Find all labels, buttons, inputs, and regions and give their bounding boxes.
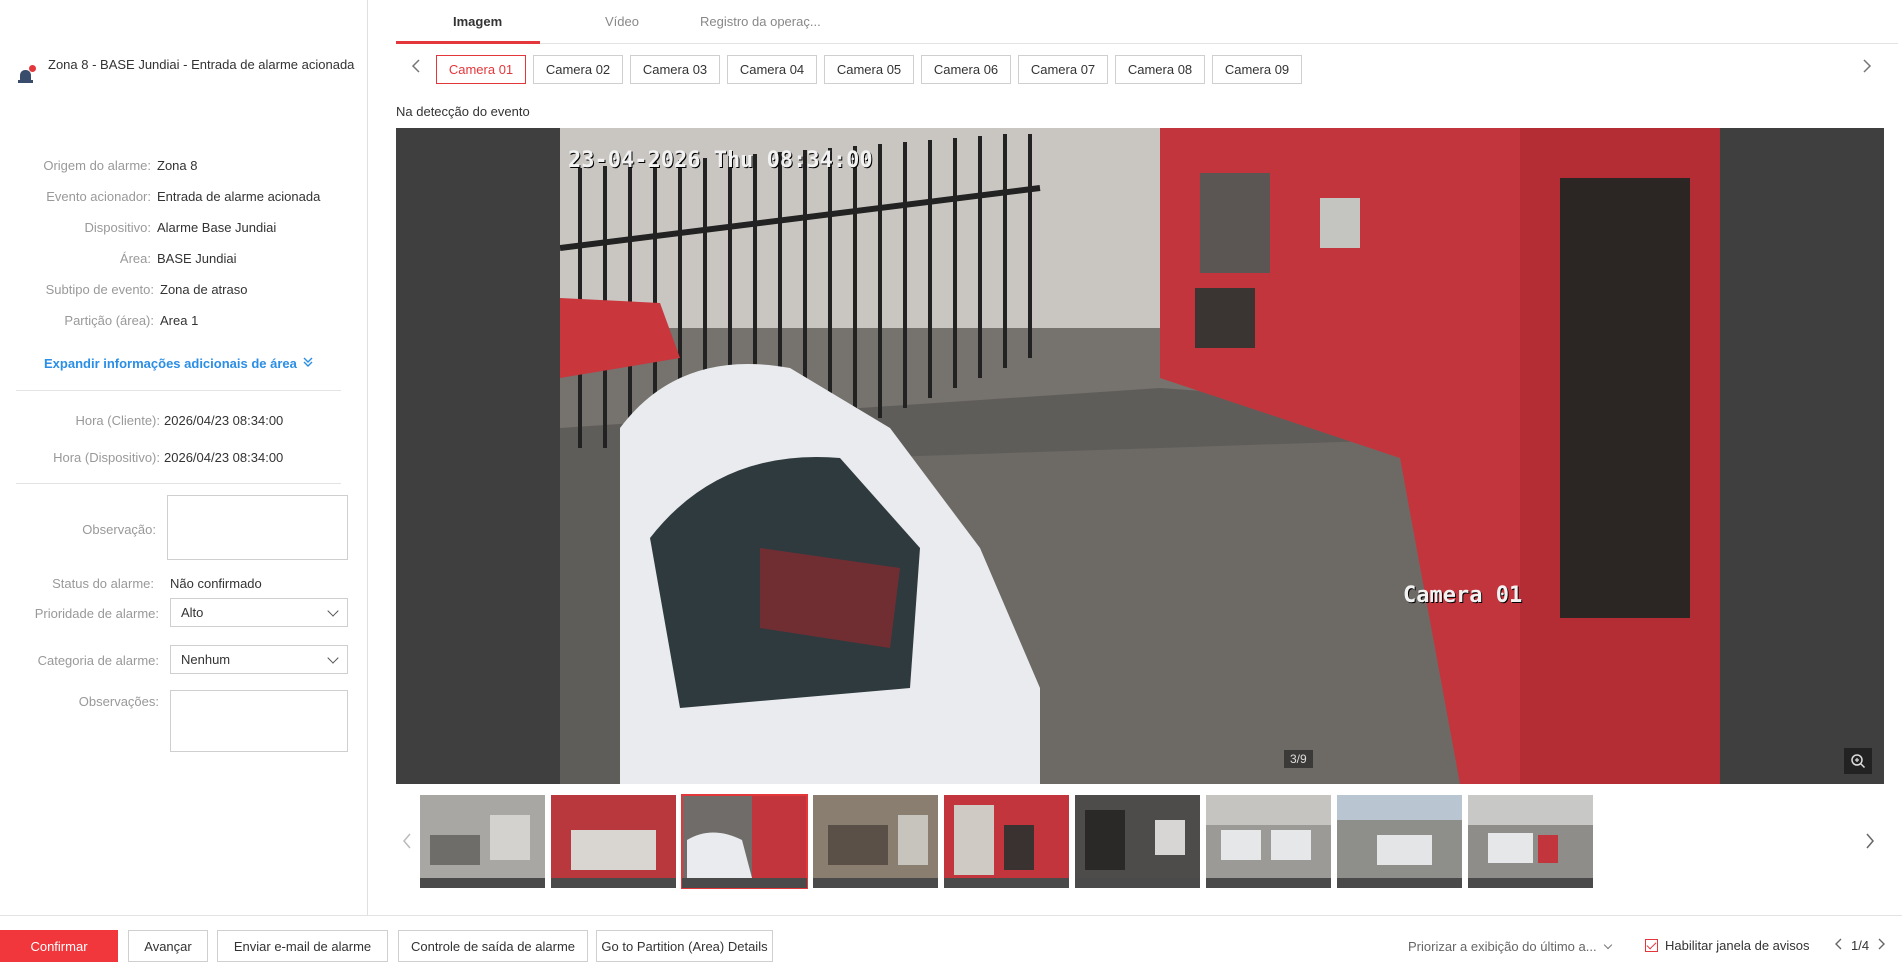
detail-value: Entrada de alarme acionada [157,189,321,204]
detail-label: Dispositivo: [84,220,151,235]
separator [16,483,341,484]
status-value: Não confirmado [170,576,262,591]
priority-display-select[interactable]: Priorizar a exibição do último a... [1408,939,1612,954]
detail-row-area: Área: BASE Jundiai [0,250,368,268]
camera-button-05[interactable]: Camera 05 [824,55,914,84]
detail-row-subtipo: Subtipo de evento: Zona de atraso [0,281,368,299]
time-value: 2026/04/23 08:34:00 [164,450,284,465]
detail-label: Partição (área): [64,313,154,328]
thumbnail-camera-03[interactable] [681,794,808,889]
osd-timestamp: 23-04-2026 Thu 08:34:00 [568,148,873,173]
event-label: Na detecção do evento [396,104,530,119]
camera-button-07[interactable]: Camera 07 [1018,55,1108,84]
detail-row-origem: Origem do alarme: Zona 8 [0,157,368,175]
observacao-textarea[interactable] [167,495,348,560]
chevron-down-icon [1603,940,1612,949]
detail-row-particao: Partição (área): Area 1 [0,312,368,330]
camera-button-06[interactable]: Camera 06 [921,55,1011,84]
thumbnail-camera-05[interactable] [944,795,1069,888]
enable-alert-window-label: Habilitar janela de avisos [1665,938,1810,953]
detail-value: Alarme Base Jundiai [157,220,277,235]
osd-camera-name: Camera 01 [1403,583,1523,608]
time-label: Hora (Dispositivo): [53,450,160,465]
detail-row-dispositivo: Dispositivo: Alarme Base Jundiai [0,219,368,237]
separator [16,390,341,391]
advance-button[interactable]: Avançar [128,930,208,962]
camera-button-01[interactable]: Camera 01 [436,55,526,84]
thumbnail-prev-icon[interactable] [402,832,412,855]
thumbnail-camera-08[interactable] [1337,795,1462,888]
tab-imagem[interactable]: Imagem [453,14,502,29]
alarm-pager: 1/4 [1835,937,1886,954]
categoria-select[interactable]: Nenhum [170,645,348,674]
prioridade-value: Alto [181,605,204,620]
expand-area-info-link[interactable]: Expandir informações adicionais de área [44,356,314,371]
enable-alert-window-checkbox[interactable]: Habilitar janela de avisos [1645,938,1810,953]
detail-label: Área: [119,251,151,266]
categoria-value: Nenhum [181,652,231,667]
detail-row-evento: Evento acionador: Entrada de alarme acio… [0,188,368,206]
time-value: 2026/04/23 08:34:00 [164,413,284,428]
thumbnail-camera-09[interactable] [1468,795,1593,888]
expand-label: Expandir informações adicionais de área [44,356,297,371]
chevron-down-icon [327,651,339,664]
camera-button-02[interactable]: Camera 02 [533,55,623,84]
thumbnail-camera-02[interactable] [551,795,676,888]
image-counter: 3/9 [1284,750,1313,768]
observacoes-textarea[interactable] [170,690,348,752]
detail-label: Origem do alarme: [43,158,151,173]
pager-next-icon[interactable] [1877,937,1886,954]
pager-prev-icon[interactable] [1835,937,1843,954]
thumbnail-camera-07[interactable] [1206,795,1331,888]
alarm-output-control-button[interactable]: Controle de saída de alarme [398,930,588,962]
camera-button-03[interactable]: Camera 03 [630,55,720,84]
camera-button-09[interactable]: Camera 09 [1212,55,1302,84]
alarm-siren-icon [18,65,36,85]
partition-details-button[interactable]: Go to Partition (Area) Details [596,930,773,962]
thumbnail-camera-06[interactable] [1075,795,1200,888]
detail-value: Zona de atraso [160,282,248,297]
thumbnail-camera-04[interactable] [813,795,938,888]
detail-value: Zona 8 [157,158,198,173]
pager-text: 1/4 [1851,938,1870,953]
alarm-details-panel: Zona 8 - BASE Jundiai - Entrada de alarm… [0,0,368,915]
alarm-title: Zona 8 - BASE Jundiai - Entrada de alarm… [48,57,355,72]
prioridade-label: Prioridade de alarme: [34,606,159,621]
detail-value: BASE Jundiai [157,251,237,266]
camera-snapshot: 23-04-2026 Thu 08:34:00 Camera 01 3/9 [560,128,1720,784]
zoom-in-icon[interactable] [1844,748,1872,774]
categoria-label: Categoria de alarme: [37,653,159,668]
thumbnail-next-icon[interactable] [1865,832,1875,855]
active-tab-indicator [396,41,540,44]
checkbox-checked-icon[interactable] [1645,939,1658,952]
chevron-down-icon [327,604,339,617]
observacao-label: Observação: [82,522,156,537]
chevron-right-icon[interactable] [1862,58,1872,79]
send-email-button[interactable]: Enviar e-mail de alarme [217,930,388,962]
time-row-dispositivo: Hora (Dispositivo): 2026/04/23 08:34:00 [0,449,368,467]
double-chevron-down-icon [302,356,314,371]
detail-label: Subtipo de evento: [45,282,154,297]
image-viewer[interactable]: 23-04-2026 Thu 08:34:00 Camera 01 3/9 [396,128,1884,784]
tab-registro[interactable]: Registro da operaç... [700,14,821,29]
thumbnail-camera-01[interactable] [420,795,545,888]
camera-button-08[interactable]: Camera 08 [1115,55,1205,84]
detail-value: Area 1 [160,313,199,328]
time-row-cliente: Hora (Cliente): 2026/04/23 08:34:00 [0,412,368,430]
prioridade-select[interactable]: Alto [170,598,348,627]
detail-label: Evento acionador: [46,189,151,204]
time-label: Hora (Cliente): [75,413,160,428]
camera-button-04[interactable]: Camera 04 [727,55,817,84]
confirm-button[interactable]: Confirmar [0,930,118,962]
status-label: Status do alarme: [52,576,154,591]
alarm-header: Zona 8 - BASE Jundiai - Entrada de alarm… [18,55,358,85]
chevron-left-icon[interactable] [411,58,421,79]
observacoes-label: Observações: [78,694,159,709]
tab-video[interactable]: Vídeo [605,14,639,29]
priority-display-value: Priorizar a exibição do último a... [1408,939,1597,954]
